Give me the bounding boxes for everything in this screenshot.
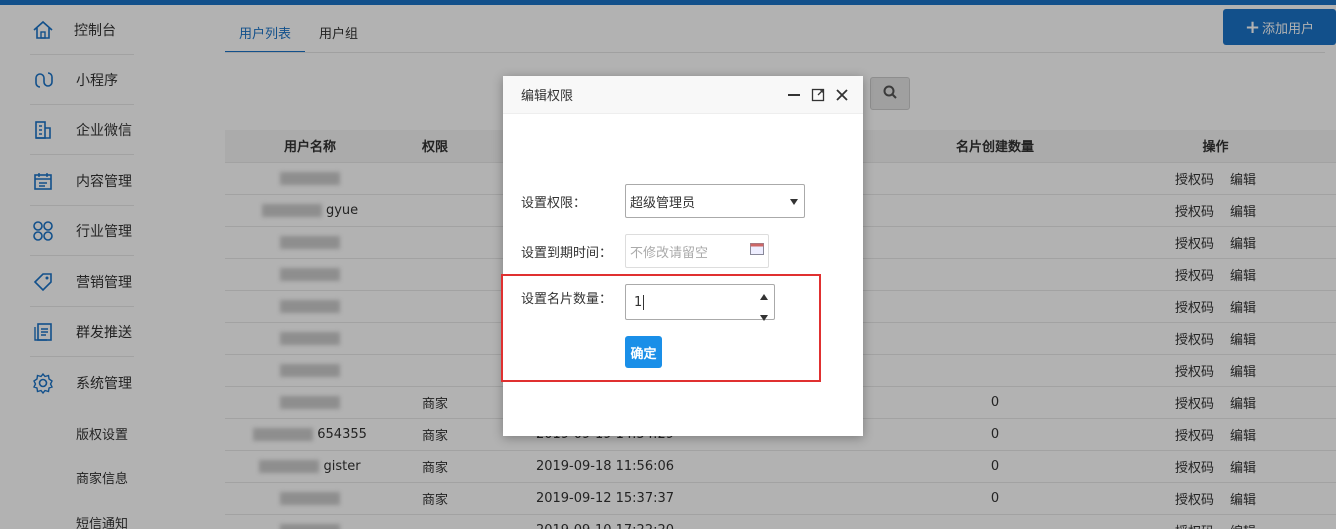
maximize-icon[interactable] bbox=[809, 86, 827, 104]
dialog-title: 编辑权限 bbox=[521, 89, 574, 104]
calendar-icon[interactable] bbox=[750, 243, 764, 259]
role-label: 设置权限： bbox=[521, 195, 587, 211]
expire-row: 设置到期时间： 不修改请留空 bbox=[521, 234, 769, 268]
dropdown-arrow-icon bbox=[790, 194, 798, 209]
expire-placeholder: 不修改请留空 bbox=[630, 245, 709, 261]
close-icon[interactable] bbox=[833, 86, 851, 104]
expire-date-input[interactable]: 不修改请留空 bbox=[625, 234, 769, 268]
edit-permission-dialog: 编辑权限 设置权限： 超级管理员 设置到期时间： 不修改请留空 设置名片数量： … bbox=[503, 76, 863, 436]
expire-label: 设置到期时间： bbox=[521, 245, 613, 261]
dialog-header: 编辑权限 bbox=[503, 76, 863, 114]
role-select-value: 超级管理员 bbox=[630, 195, 696, 211]
role-select[interactable]: 超级管理员 bbox=[625, 184, 805, 218]
role-row: 设置权限： 超级管理员 bbox=[521, 184, 805, 218]
minimize-icon[interactable] bbox=[785, 86, 803, 104]
highlight-annotation-box bbox=[501, 274, 821, 382]
